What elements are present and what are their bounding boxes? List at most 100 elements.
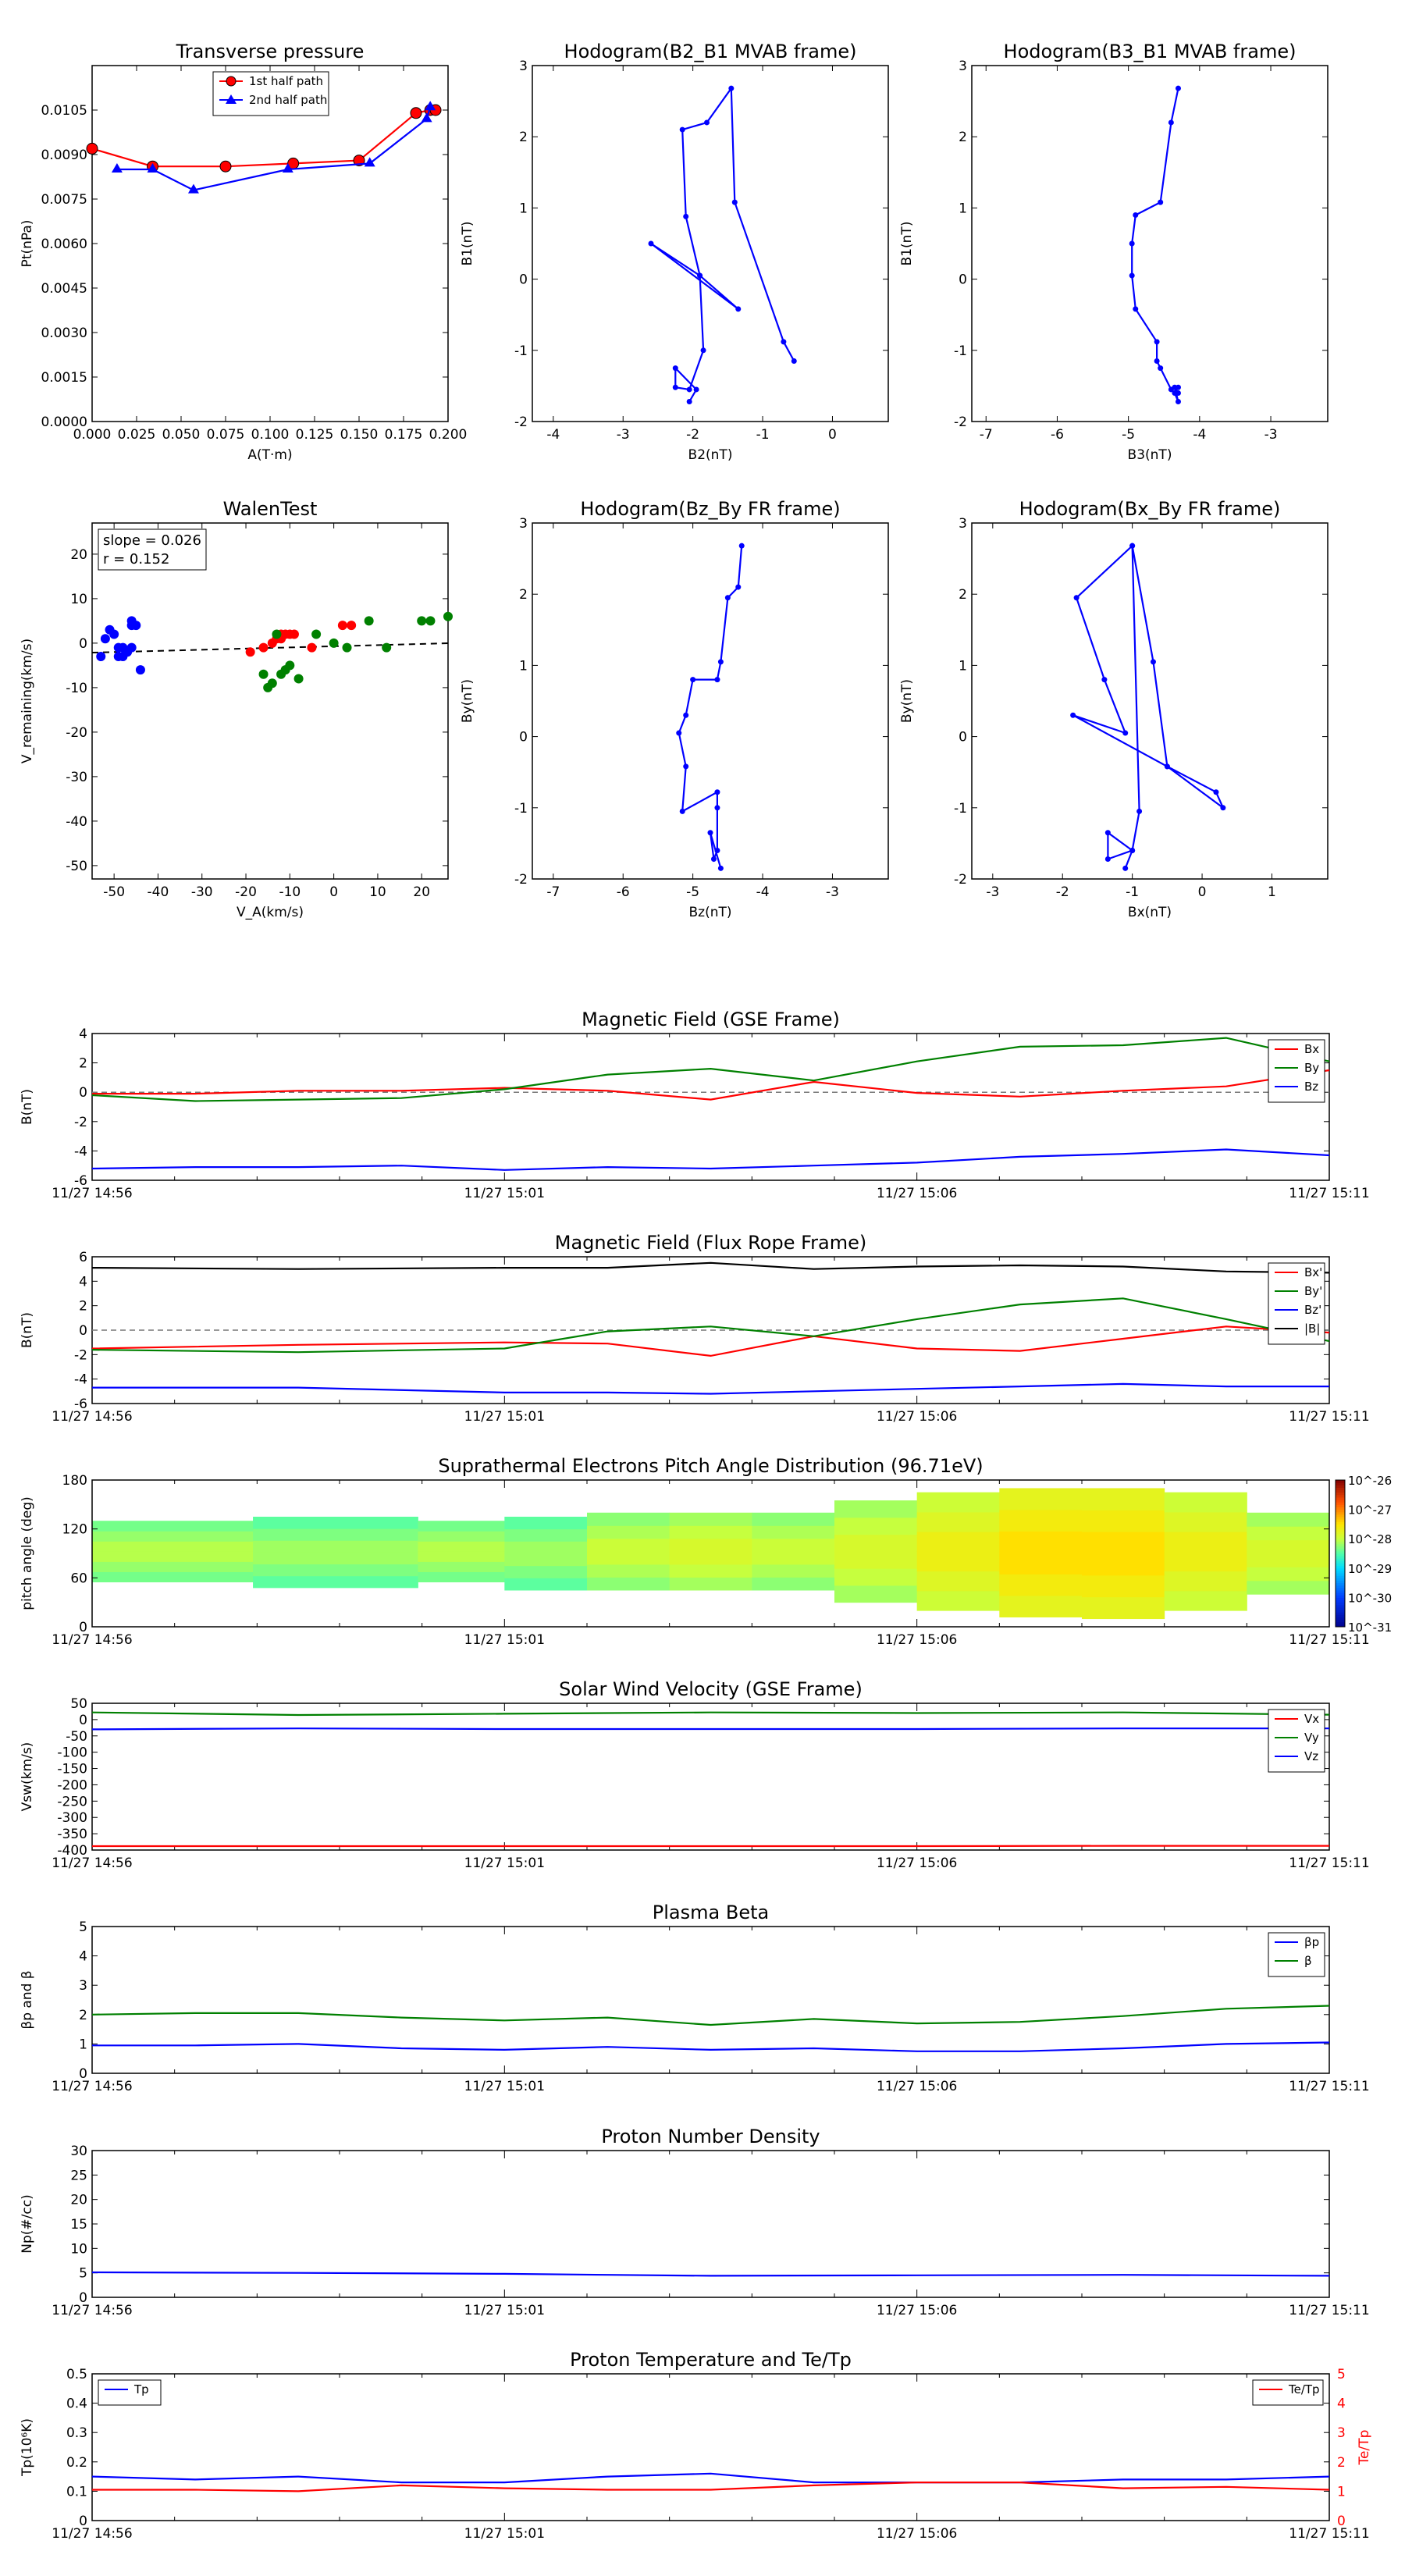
h4-ytick-label: -1 [954,801,967,817]
bfr-ytick-label: -2 [74,1347,87,1363]
pad-colorbar-cell [1336,1580,1345,1584]
h2-title: Hodogram(B3_B1 MVAB frame) [1004,41,1297,62]
h1-point [704,119,710,126]
bfr-ylabel: B(nT) [20,1312,35,1348]
walen-point [280,665,290,675]
np-ytick-label: 30 [70,2144,87,2159]
pad-cell [504,1565,588,1578]
vsw-xtick-label: 11/27 15:11 [1289,1856,1369,1871]
walen-point [329,638,339,648]
vsw-series-line [91,1727,1329,1731]
figure-canvas: Transverse pressure 0.000 0 0.0015 0.0030 0.0… [20,41,1392,2542]
np-series-line [91,2271,1330,2277]
h4-xtick-label: -3 [986,884,999,900]
pad-cell [92,1561,254,1572]
pad-cell [1164,1590,1247,1611]
h3-point [683,763,689,770]
pad-colorbar-cell [1336,1614,1345,1617]
pad-colorbar-cell [1336,1487,1345,1491]
pad-cell [587,1538,670,1552]
np-xtick-label: 11/27 15:01 [464,2303,545,2318]
walen-point [263,682,273,692]
h2-point [1129,240,1135,247]
pad-cell [587,1525,670,1539]
pad-cell [916,1551,1000,1572]
pad-colorbar-cell [1336,1533,1345,1537]
walen-ytick-label: 10 [70,592,87,607]
pad-cell [834,1517,918,1535]
walen-xtick-label: -30 [191,884,213,900]
np-xtick-label: 11/27 15:11 [1289,2303,1369,2318]
bfr-series-line [91,1297,1330,1354]
pt-point [86,142,98,155]
walen-point [245,647,255,657]
pt-xtick-label: 0.200 [429,427,468,443]
bfr-ytick-label: 6 [79,1250,87,1265]
pad-cell [916,1492,1000,1513]
walen-point [126,616,137,626]
pad-colorbar-cell [1336,1548,1345,1552]
pad-cell [999,1488,1083,1510]
h1-point [648,240,654,247]
pad-cell [999,1574,1083,1596]
pad-cell [1164,1571,1247,1592]
h2-path [1131,87,1181,402]
tp-ytick-right-label: 1 [1337,2484,1346,2500]
h4-xtick-label: 1 [1268,884,1276,900]
tp-xtick-label: 11/27 14:56 [52,2526,132,2542]
vsw-series-line [91,1711,1330,1717]
walen-point [425,616,436,626]
pt-point [364,157,375,167]
pt-xtick-label: 0.100 [251,427,290,443]
walen-ytick-label: -30 [66,770,87,785]
pt-series-line [116,106,432,191]
bfr-xtick-label: 11/27 15:11 [1289,1409,1369,1425]
pad-cell [92,1571,254,1583]
bgse-xtick-label: 11/27 15:11 [1289,1186,1369,1201]
pad-colorbar-cell [1336,1582,1345,1586]
tp-series-line [91,2472,1330,2484]
pad-cell [752,1525,835,1539]
pad-colorbar-cell [1336,1606,1345,1610]
h1-xtick-label: -3 [617,427,630,443]
pad-colorbar-cell [1336,1517,1345,1520]
pad-colorbar-cell [1336,1485,1345,1488]
pad-colorbar-cell [1336,1621,1345,1625]
walen-point [272,629,282,639]
pad-cell [1164,1551,1247,1572]
h3-ytick-label: 0 [519,730,528,745]
walen-point [126,642,137,653]
h2-point [1154,339,1160,345]
pad-colorbar-cell [1336,1592,1345,1596]
pad-cell [834,1534,918,1552]
h2-xtick-label: -5 [1122,427,1135,443]
pad-colorbar-cell [1336,1519,1345,1522]
tp-series-line [92,2482,1330,2492]
beta-ytick-label: 2 [79,2008,87,2023]
walen-point [100,634,110,644]
h2-ytick-label: 1 [959,201,967,216]
pad-colorbar-cell [1336,1536,1345,1539]
tp-frame [91,2373,1330,2521]
pad-colorbar-cell [1336,1602,1345,1606]
h2-point [1172,384,1178,390]
bgse-frame [91,1033,1330,1181]
walen-point [347,621,357,631]
vsw-ytick-label: -300 [57,1810,87,1826]
pad-cell [999,1531,1083,1553]
h4-point [1213,789,1219,795]
walen-point [364,616,374,626]
vsw-ytick-label: -200 [57,1777,87,1793]
tp-ytick-label: 0.1 [66,2484,87,2500]
h3-point [714,789,720,795]
vsw-ylabel: Vsw(km/s) [20,1742,35,1812]
pad-cell [669,1551,752,1565]
pad-cell [92,1551,254,1562]
vsw-ytick-label: -50 [66,1729,87,1745]
pad-colorbar-cell [1336,1489,1345,1493]
h3-point [707,830,713,836]
beta-title: Plasma Beta [653,1902,769,1923]
h3-point [679,808,685,814]
h2-ylabel: B1(nT) [899,222,915,266]
h1-ytick-label: 3 [519,59,528,74]
